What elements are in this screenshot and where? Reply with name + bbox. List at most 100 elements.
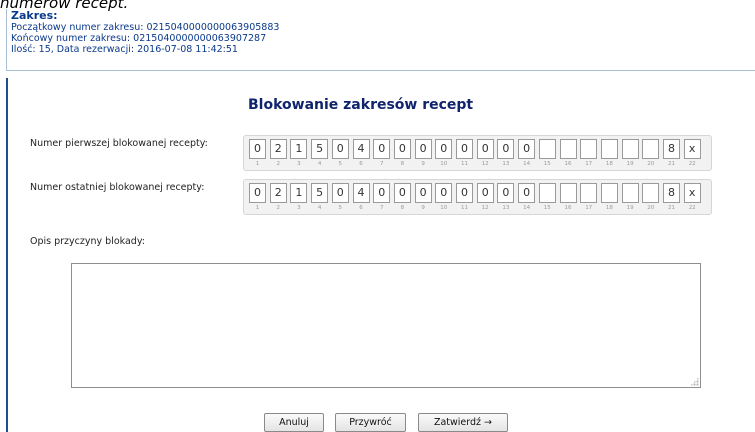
last-digit-cell[interactable]: 0: [435, 183, 453, 203]
last-digit-cell[interactable]: [621, 183, 639, 203]
first-digit-position-label: 11: [461, 161, 468, 167]
last-digit-cell[interactable]: 0: [373, 183, 391, 203]
first-digit-position-label: 3: [297, 161, 301, 167]
first-digit-cell[interactable]: [621, 139, 639, 159]
first-digit-position-label: 10: [440, 161, 448, 167]
last-digit-position-label: 15: [543, 205, 551, 211]
last-digit-position-label: 22: [688, 205, 696, 211]
last-digit-position-label: 11: [461, 205, 468, 211]
first-digit-cell[interactable]: 0: [373, 139, 391, 159]
first-digit-cell[interactable]: 0: [456, 139, 473, 159]
first-digit-position-label: 13: [502, 161, 510, 167]
last-digit-position-label: 4: [317, 205, 322, 211]
last-digit-position-label: 9: [421, 205, 425, 211]
first-digit-position-label: 6: [359, 161, 363, 167]
last-prescription-label: Numer ostatniej blokowanej recepty:: [30, 182, 205, 193]
form-title: Blokowanie zakresów recept: [248, 97, 474, 113]
first-digit-cell[interactable]: [538, 139, 556, 159]
last-digit-cell[interactable]: [538, 183, 556, 203]
first-digit-cell[interactable]: [600, 139, 618, 159]
first-digit-position-label: 16: [564, 161, 572, 167]
last-digit-cell[interactable]: [600, 183, 618, 203]
first-digit-position-label: 14: [523, 161, 531, 167]
first-digit-cell[interactable]: 0: [393, 139, 411, 159]
last-digit-position-label: 3: [297, 205, 301, 211]
last-digit-cell[interactable]: 8: [663, 183, 680, 203]
first-digit-cell[interactable]: x: [683, 139, 701, 159]
first-digit-cell[interactable]: 5: [311, 139, 329, 159]
first-digit-cell[interactable]: 4: [352, 139, 370, 159]
last-digit-cell[interactable]: [642, 183, 660, 203]
last-digit-position-label: 2: [276, 205, 280, 211]
last-prescription-digit-input: 0 1 2 2 1 3 5 4 0 5 4 6 0 7 0 8 0 9 0 10 0 11 0 12 0 13 0 14 15 16 17 1…: [243, 179, 712, 215]
restore-button[interactable]: Przywróć: [335, 413, 406, 432]
last-digit-cell[interactable]: 0: [476, 183, 494, 203]
last-digit-position-label: 19: [626, 205, 634, 211]
first-digit-position-label: 21: [668, 161, 675, 167]
range-count-and-date: Ilość: 15, Data rezerwacji: 2016-07-08 1…: [11, 44, 238, 55]
first-digit-cell[interactable]: 0: [414, 139, 432, 159]
first-digit-cell[interactable]: 0: [518, 139, 536, 159]
last-digit-position-label: 6: [359, 205, 363, 211]
range-start-number: Początkowy numer zakresu: 02150400000000…: [11, 22, 280, 33]
first-prescription-label: Numer pierwszej blokowanej recepty:: [30, 138, 208, 149]
first-digit-cell[interactable]: [580, 139, 598, 159]
last-digit-position-label: 10: [440, 205, 448, 211]
last-digit-position-label: 16: [564, 205, 572, 211]
first-digit-position-label: 22: [688, 161, 696, 167]
first-digit-cell[interactable]: [642, 139, 660, 159]
first-digit-cell[interactable]: 0: [331, 139, 349, 159]
first-digit-cell[interactable]: 2: [269, 139, 287, 159]
range-title: Zakres:: [11, 9, 58, 22]
page-caption: numerów recept.: [0, 0, 129, 12]
last-digit-cell[interactable]: 0: [393, 183, 411, 203]
last-digit-cell[interactable]: 1: [290, 183, 308, 203]
last-digit-cell[interactable]: 2: [269, 183, 287, 203]
cancel-button[interactable]: Anuluj: [264, 413, 324, 432]
range-end-number: Końcowy numer zakresu: 02150400000000639…: [11, 33, 267, 44]
last-digit-cell[interactable]: 0: [456, 183, 473, 203]
last-digit-position-label: 5: [338, 205, 343, 211]
last-digit-cell[interactable]: 0: [249, 183, 266, 203]
last-digit-position-label: 21: [668, 205, 675, 211]
last-digit-cell[interactable]: 4: [352, 183, 370, 203]
first-digit-cell[interactable]: 1: [290, 139, 308, 159]
last-digit-cell[interactable]: x: [683, 183, 701, 203]
last-digit-position-label: 20: [647, 205, 655, 211]
first-digit-position-label: 7: [379, 161, 384, 167]
last-digit-cell[interactable]: [559, 183, 577, 203]
first-digit-position-label: 17: [585, 161, 593, 167]
last-digit-cell[interactable]: 0: [497, 183, 515, 203]
last-digit-position-label: 17: [585, 205, 593, 211]
first-digit-cell[interactable]: 0: [476, 139, 494, 159]
first-digit-position-label: 1: [255, 161, 260, 167]
first-prescription-digit-input: 0 1 2 2 1 3 5 4 0 5 4 6 0 7 0 8 0 9 0 10 0 11 0 12 0 13 0 14 15 16 17 1…: [243, 135, 712, 171]
first-digit-position-label: 8: [400, 161, 405, 167]
first-digit-cell[interactable]: 0: [249, 139, 266, 159]
first-digit-cell[interactable]: 0: [497, 139, 515, 159]
last-digit-cell[interactable]: 0: [414, 183, 432, 203]
first-digit-cell[interactable]: 0: [435, 139, 453, 159]
last-digit-position-label: 13: [502, 205, 510, 211]
reason-textarea[interactable]: [71, 263, 701, 388]
reason-label: Opis przyczyny blokady:: [30, 236, 145, 247]
first-digit-position-label: 4: [317, 161, 322, 167]
first-digit-position-label: 9: [421, 161, 425, 167]
first-digit-position-label: 15: [543, 161, 551, 167]
last-digit-cell[interactable]: 5: [311, 183, 329, 203]
confirm-button[interactable]: Zatwierdź →: [418, 413, 508, 432]
first-digit-position-label: 5: [338, 161, 343, 167]
last-digit-position-label: 8: [400, 205, 405, 211]
last-digit-cell[interactable]: [580, 183, 598, 203]
last-digit-position-label: 18: [605, 205, 613, 211]
first-digit-position-label: 19: [626, 161, 634, 167]
last-digit-position-label: 12: [481, 205, 489, 211]
first-digit-position-label: 20: [647, 161, 655, 167]
last-digit-position-label: 7: [379, 205, 384, 211]
last-digit-cell[interactable]: 0: [518, 183, 536, 203]
first-digit-position-label: 12: [481, 161, 489, 167]
last-digit-cell[interactable]: 0: [331, 183, 349, 203]
first-digit-cell[interactable]: [559, 139, 577, 159]
first-digit-cell[interactable]: 8: [663, 139, 680, 159]
first-digit-position-label: 2: [276, 161, 280, 167]
